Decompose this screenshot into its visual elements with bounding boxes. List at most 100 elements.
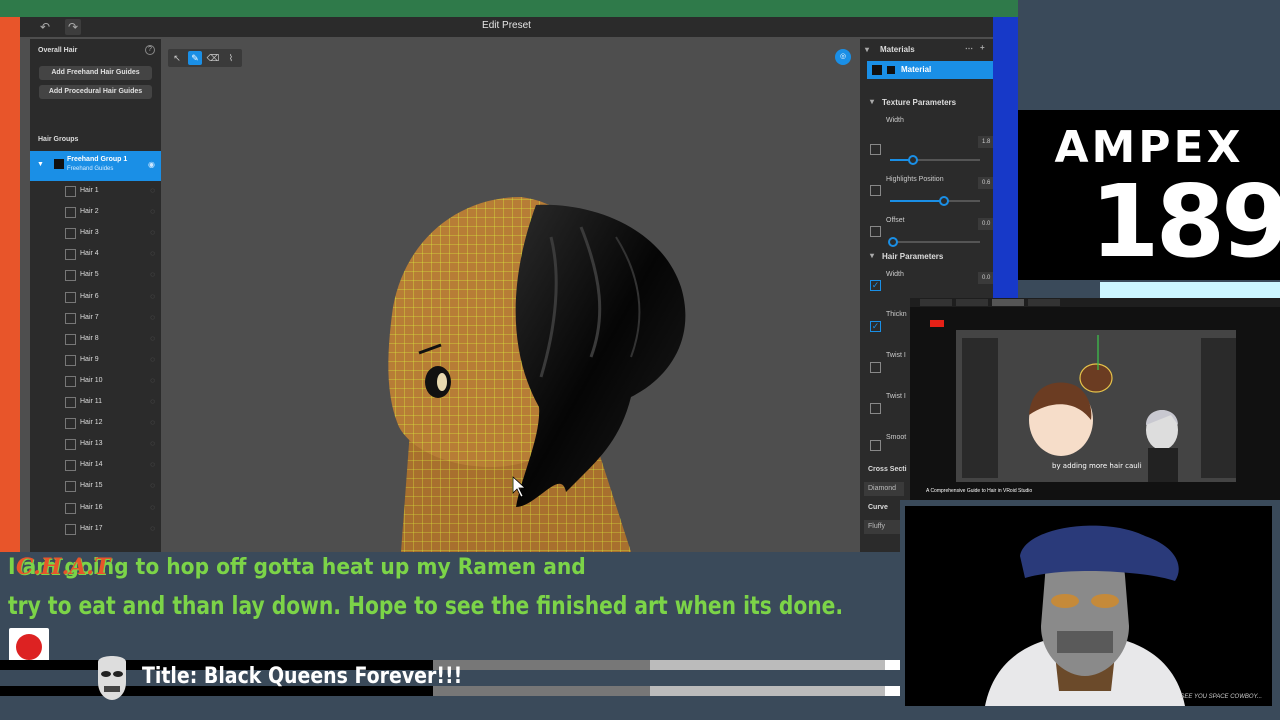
hair-checkbox[interactable] xyxy=(65,397,76,408)
chevron-down-icon: ▾ xyxy=(865,45,870,54)
visibility-icon[interactable]: ◌ xyxy=(150,186,155,195)
offset-value[interactable]: 0.0 xyxy=(978,218,993,230)
hair-list-item[interactable]: Hair 3 ◌ xyxy=(65,227,157,241)
hair-list-item[interactable]: Hair 10 ◌ xyxy=(65,375,157,389)
highlights-slider-handle[interactable] xyxy=(939,196,949,206)
hair-list-item[interactable]: Hair 13 ◌ xyxy=(65,438,157,452)
hair-checkbox[interactable] xyxy=(65,523,76,535)
material-item[interactable]: Material xyxy=(867,61,993,79)
width-value[interactable]: 1.8 xyxy=(978,136,993,148)
hair-list-item[interactable]: Hair 7 ◌ xyxy=(65,312,157,326)
curve-select[interactable]: Fluffy xyxy=(864,520,904,534)
collapse-icon[interactable]: ▼ xyxy=(37,161,44,168)
hair-list-item[interactable]: Hair 6 ◌ xyxy=(65,291,157,305)
offset-checkbox[interactable] xyxy=(870,226,881,237)
hair-checkbox[interactable] xyxy=(65,270,76,282)
hair-list-item[interactable]: Hair 11 ◌ xyxy=(65,396,157,410)
visibility-icon[interactable]: ◌ xyxy=(150,334,155,343)
hair-list-item[interactable]: Hair 4 ◌ xyxy=(65,248,157,262)
hair-checkbox[interactable] xyxy=(65,418,76,430)
hair-list-item[interactable]: Hair 5 ◌ xyxy=(65,269,157,283)
highlights-value[interactable]: 0.6 xyxy=(978,177,993,189)
hair-list-item[interactable]: Hair 15 ◌ xyxy=(65,480,157,494)
smooth-checkbox[interactable] xyxy=(870,440,881,451)
hair-checkbox[interactable] xyxy=(65,312,76,324)
visibility-icon[interactable]: ◌ xyxy=(150,460,155,469)
hair-checkbox[interactable] xyxy=(65,439,76,451)
offset-slider-handle[interactable] xyxy=(888,237,898,247)
3d-viewport[interactable] xyxy=(161,37,860,552)
hair-checkbox[interactable] xyxy=(65,291,76,303)
pen-icon[interactable]: ✎ xyxy=(188,51,202,65)
hair-params-header: Hair Parameters xyxy=(882,252,944,261)
thickness-checkbox[interactable]: ✓ xyxy=(870,321,881,332)
hair-list-item[interactable]: Hair 17 ◌ xyxy=(65,523,157,537)
hair-list-item[interactable]: Hair 12 ◌ xyxy=(65,417,157,431)
hair-group-item[interactable]: ▼ Freehand Group 1 Freehand Guides ◉ xyxy=(30,151,161,181)
hair-checkbox[interactable] xyxy=(65,481,76,493)
offset-slider-track[interactable] xyxy=(890,241,980,243)
cursor-icon[interactable]: ↖ xyxy=(170,51,184,65)
smooth-label: Smoot xyxy=(886,434,907,441)
hair-list-item[interactable]: Hair 9 ◌ xyxy=(65,354,157,368)
hair-list-item[interactable]: Hair 14 ◌ xyxy=(65,459,157,473)
twist2-checkbox[interactable] xyxy=(870,403,881,414)
visibility-icon[interactable]: ◌ xyxy=(150,313,155,322)
width-checkbox[interactable] xyxy=(870,144,881,155)
hair-list-item[interactable]: Hair 2 ◌ xyxy=(65,206,157,220)
visibility-icon[interactable]: ◌ xyxy=(150,249,155,258)
hair-label: Hair 2 xyxy=(80,208,99,216)
add-procedural-guides-button[interactable]: Add Procedural Hair Guides xyxy=(39,85,152,99)
add-freehand-guides-button[interactable]: Add Freehand Hair Guides xyxy=(39,66,152,80)
hair-list-item[interactable]: Hair 16 ◌ xyxy=(65,502,157,516)
hp-width-value[interactable]: 0.0 xyxy=(978,272,993,284)
twist1-checkbox[interactable] xyxy=(870,362,881,373)
eraser-icon[interactable]: ⌫ xyxy=(206,51,220,65)
visibility-icon[interactable]: ◌ xyxy=(150,355,155,364)
hair-checkbox[interactable] xyxy=(65,333,76,345)
expand-icon[interactable] xyxy=(872,65,882,75)
visibility-icon[interactable]: ◌ xyxy=(150,207,155,216)
highlights-checkbox[interactable] xyxy=(870,185,881,196)
view-toggle-button[interactable]: ◎ xyxy=(835,49,851,65)
help-icon[interactable]: ? xyxy=(145,45,155,55)
lasso-icon[interactable]: ⌇ xyxy=(224,51,238,65)
hair-checkbox[interactable] xyxy=(65,228,76,240)
visibility-icon[interactable]: ◌ xyxy=(150,439,155,448)
hair-checkbox[interactable] xyxy=(65,354,76,366)
group-type: Freehand Guides xyxy=(67,166,114,172)
visibility-icon[interactable]: ◌ xyxy=(150,418,155,427)
width-slider-handle[interactable] xyxy=(908,155,918,165)
title-band-segment xyxy=(885,660,900,670)
hair-checkbox[interactable] xyxy=(65,249,76,261)
chevron-down-icon[interactable]: ▾ xyxy=(870,251,874,260)
hair-checkbox[interactable] xyxy=(65,375,76,387)
cross-section-select[interactable]: Diamond xyxy=(864,482,904,496)
chevron-down-icon[interactable]: ▾ xyxy=(870,97,874,106)
chat-message-line2: try to eat and than lay down. Hope to se… xyxy=(8,591,844,620)
window-title: Edit Preset xyxy=(482,20,531,31)
hair-label: Hair 11 xyxy=(80,398,103,405)
more-icon[interactable]: ⋯ xyxy=(965,44,973,53)
visibility-icon[interactable]: ◌ xyxy=(150,270,155,279)
hair-checkbox[interactable] xyxy=(65,186,76,197)
visibility-icon[interactable]: ◌ xyxy=(150,481,155,490)
hair-list-item[interactable]: Hair 8 ◌ xyxy=(65,333,157,347)
visibility-icon[interactable]: ◌ xyxy=(150,228,155,237)
visibility-icon[interactable]: ◌ xyxy=(150,524,155,533)
hair-checkbox[interactable] xyxy=(65,207,76,219)
visibility-icon[interactable]: ◌ xyxy=(150,292,155,301)
hp-width-checkbox[interactable]: ✓ xyxy=(870,280,881,291)
visibility-icon[interactable]: ◉ xyxy=(148,160,155,169)
visibility-icon[interactable]: ◌ xyxy=(150,503,155,512)
add-icon[interactable]: + xyxy=(980,43,985,52)
stream-scene: ↶ ↷ Edit Preset ↖ ✎ ⌫ ⌇ ◎ Overall Hair ?… xyxy=(0,0,1280,720)
hair-label: Hair 4 xyxy=(80,250,99,258)
visibility-icon[interactable]: ◌ xyxy=(150,376,155,385)
hair-checkbox[interactable] xyxy=(65,460,76,472)
visibility-icon[interactable]: ◌ xyxy=(150,397,155,406)
hair-checkbox[interactable] xyxy=(65,502,76,514)
hair-list-item[interactable]: Hair 1 ◌ xyxy=(65,185,157,199)
pip-subtitle: by adding more hair cauli xyxy=(1052,462,1142,470)
highlights-label: Highlights Position xyxy=(886,176,944,183)
